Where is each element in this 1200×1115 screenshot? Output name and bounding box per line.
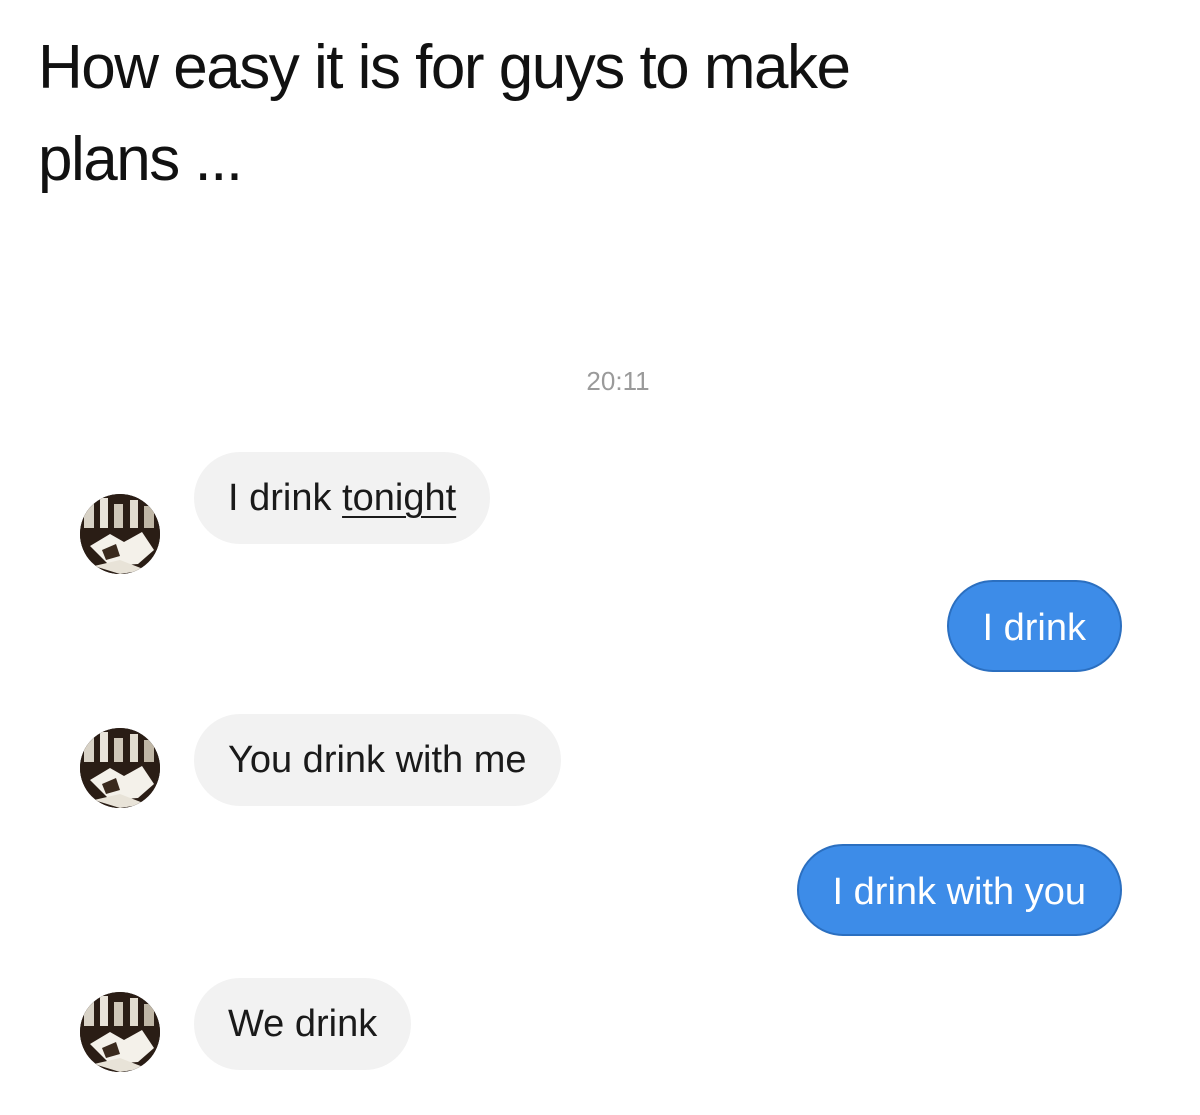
- message-row: I drink tonight: [0, 444, 1200, 574]
- message-text: I drink: [228, 477, 343, 519]
- outgoing-message-bubble[interactable]: I drink: [946, 580, 1122, 672]
- message-text: I drink with you: [832, 871, 1086, 913]
- avatar-photo-icon: [80, 728, 160, 808]
- avatar[interactable]: [80, 728, 160, 808]
- message-text: I drink: [982, 607, 1086, 649]
- avatar[interactable]: [80, 494, 160, 574]
- avatar[interactable]: [80, 992, 160, 1072]
- incoming-message-bubble[interactable]: We drink: [194, 978, 412, 1070]
- message-row: You drink with me: [0, 712, 1200, 812]
- incoming-message-bubble[interactable]: You drink with me: [194, 714, 561, 806]
- message-row: I drink with you: [0, 842, 1200, 942]
- message-link[interactable]: tonight: [342, 477, 456, 519]
- avatar-photo-icon: [80, 992, 160, 1072]
- message-text: You drink with me: [228, 739, 527, 781]
- message-row: We drink: [0, 976, 1200, 1076]
- outgoing-message-bubble[interactable]: I drink with you: [796, 844, 1122, 936]
- meme-caption: How easy it is for guys to make plans ..…: [38, 22, 1168, 206]
- message-row: I drink: [0, 578, 1200, 678]
- message-text: We drink: [228, 1003, 378, 1045]
- message-timestamp: 20:11: [586, 366, 650, 396]
- avatar-photo-icon: [80, 494, 160, 574]
- caption-line-1: How easy it is for guys to make: [38, 33, 851, 102]
- caption-line-2: plans ...: [38, 125, 243, 194]
- incoming-message-bubble[interactable]: I drink tonight: [194, 452, 491, 544]
